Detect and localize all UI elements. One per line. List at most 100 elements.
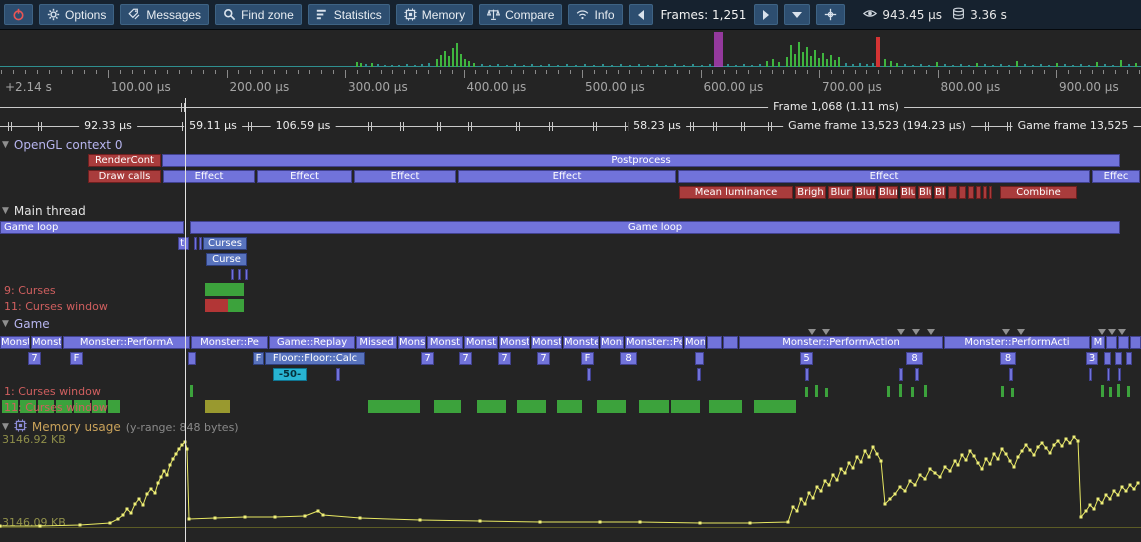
zone-monste[interactable]: Monste — [31, 336, 62, 349]
zone-monst[interactable]: Monst — [464, 336, 498, 349]
track-header-game[interactable]: ▼Game — [2, 318, 50, 331]
zone[interactable] — [587, 368, 591, 381]
zone[interactable] — [1130, 336, 1141, 349]
frame-label[interactable]: Game frame 13,525 — [1013, 119, 1134, 132]
collapse-triangle-icon[interactable]: ▼ — [2, 421, 9, 434]
zone-7[interactable]: 7 — [498, 352, 511, 365]
zone-postprocess[interactable]: Postprocess — [162, 154, 1120, 167]
zone[interactable] — [1126, 352, 1132, 365]
zone[interactable] — [1118, 336, 1129, 349]
zone-monster-performacti[interactable]: Monster::PerformActi — [944, 336, 1090, 349]
zone-game-loop[interactable]: Game loop — [190, 221, 1120, 234]
zone-monst[interactable]: Monst — [427, 336, 463, 349]
zone-7[interactable]: 7 — [459, 352, 472, 365]
frame-label[interactable]: 106.59 µs — [271, 119, 336, 132]
zone-8[interactable]: 8 — [1000, 352, 1016, 365]
zone[interactable] — [1107, 368, 1110, 381]
zone-curses[interactable]: Curses — [203, 237, 247, 250]
zone-blur[interactable]: Blur — [918, 186, 932, 199]
zone-game-replay[interactable]: Game::Replay — [269, 336, 355, 349]
collapse-triangle-icon[interactable]: ▼ — [2, 318, 9, 331]
zone-monster-pe[interactable]: Monster::Pe — [191, 336, 268, 349]
zone-f[interactable]: F — [70, 352, 83, 365]
zone-effect[interactable]: Effect — [163, 170, 255, 183]
zone-effect[interactable]: Effect — [354, 170, 456, 183]
zone-brigh[interactable]: Brigh — [795, 186, 826, 199]
messages-button[interactable]: Messages — [120, 4, 209, 25]
zone[interactable] — [238, 269, 241, 280]
frame-set-button[interactable] — [784, 4, 810, 25]
zone-f[interactable]: F — [253, 352, 264, 365]
zone-50[interactable]: -50- — [273, 368, 307, 381]
zone[interactable] — [1089, 368, 1092, 381]
zone-monster-pe[interactable]: Monster::Pe — [625, 336, 683, 349]
zone-blur[interactable]: Blur — [828, 186, 853, 199]
zone-f[interactable]: F — [581, 352, 594, 365]
selected-frame-highlight[interactable] — [714, 32, 723, 67]
zone[interactable] — [194, 237, 197, 250]
frame-label[interactable]: 92.33 µs — [79, 119, 137, 132]
next-frame-button[interactable] — [754, 4, 778, 25]
zone-monste[interactable]: Monste — [0, 336, 30, 349]
zone-blur[interactable]: Blur — [934, 186, 946, 199]
zone[interactable] — [1115, 352, 1122, 365]
zone-missed[interactable]: Missed — [356, 336, 397, 349]
zone[interactable] — [707, 336, 722, 349]
zone[interactable] — [231, 269, 234, 280]
zone[interactable] — [805, 368, 809, 381]
zone[interactable] — [1104, 352, 1111, 365]
zone-blur[interactable]: Blur — [900, 186, 916, 199]
zone[interactable] — [899, 368, 903, 381]
frame-label[interactable]: 59.11 µs — [184, 119, 242, 132]
zone[interactable] — [1106, 336, 1117, 349]
zone-effec[interactable]: Effec — [1092, 170, 1140, 183]
collapse-triangle-icon[interactable]: ▼ — [2, 139, 9, 152]
zone[interactable] — [336, 368, 340, 381]
track-header-opengl-context-0[interactable]: ▼OpenGL context 0 — [2, 139, 122, 152]
zone-draw-calls[interactable]: Draw calls — [88, 170, 161, 183]
zone-game-loop[interactable]: Game loop — [0, 221, 184, 234]
info-button[interactable]: Info — [568, 4, 622, 25]
options-button[interactable]: Options — [39, 4, 114, 25]
frame-label[interactable]: 58.23 µs — [628, 119, 686, 132]
zone[interactable] — [695, 352, 704, 365]
zone[interactable] — [1009, 368, 1013, 381]
compare-button[interactable]: Compare — [479, 4, 562, 25]
find-zone-button[interactable]: Find zone — [215, 4, 302, 25]
zone-mean-luminance[interactable]: Mean luminance — [679, 186, 793, 199]
zone-blur[interactable]: Blur — [878, 186, 898, 199]
zone-monster-performa[interactable]: Monster::PerformA — [63, 336, 190, 349]
zone-8[interactable]: 8 — [906, 352, 923, 365]
frame-label[interactable]: Game frame 13,523 (194.23 µs) — [783, 119, 971, 132]
zone[interactable] — [199, 237, 202, 250]
zone[interactable] — [697, 368, 701, 381]
zone-effect[interactable]: Effect — [257, 170, 352, 183]
zone[interactable] — [915, 368, 919, 381]
zone-monst[interactable]: Monst — [499, 336, 530, 349]
zone-m[interactable]: M — [1091, 336, 1105, 349]
zone[interactable] — [948, 186, 957, 199]
zone[interactable] — [1118, 368, 1121, 381]
zone-8[interactable]: 8 — [620, 352, 637, 365]
prev-frame-button[interactable] — [629, 4, 653, 25]
plot-label-11-curses-window[interactable]: 11: Curses window — [4, 300, 108, 313]
zone[interactable] — [983, 186, 987, 199]
zone-monst[interactable]: Monst — [398, 336, 426, 349]
zone-curse[interactable]: Curse — [206, 253, 247, 266]
zone-combine[interactable]: Combine — [1000, 186, 1077, 199]
plot-label-1-curses-window[interactable]: 1: Curses window — [4, 385, 101, 398]
zone-monste[interactable]: Monste — [563, 336, 599, 349]
zone-monst[interactable]: Monst — [531, 336, 562, 349]
plot-label-9-curses[interactable]: 9: Curses — [4, 284, 56, 297]
zone-mons[interactable]: Mons — [600, 336, 624, 349]
zone[interactable] — [989, 186, 992, 199]
statistics-button[interactable]: Statistics — [308, 4, 390, 25]
zone-monster-performaction[interactable]: Monster::PerformAction — [739, 336, 943, 349]
zone-rendercont[interactable]: RenderCont — [88, 154, 161, 167]
frame-label[interactable]: Frame 1,068 (1.11 ms) — [768, 100, 904, 113]
zone[interactable] — [188, 352, 196, 365]
track-header-main-thread[interactable]: ▼Main thread — [2, 205, 86, 218]
zone[interactable] — [976, 186, 981, 199]
zone-ti[interactable]: ti — [178, 237, 189, 250]
zone-5[interactable]: 5 — [800, 352, 813, 365]
